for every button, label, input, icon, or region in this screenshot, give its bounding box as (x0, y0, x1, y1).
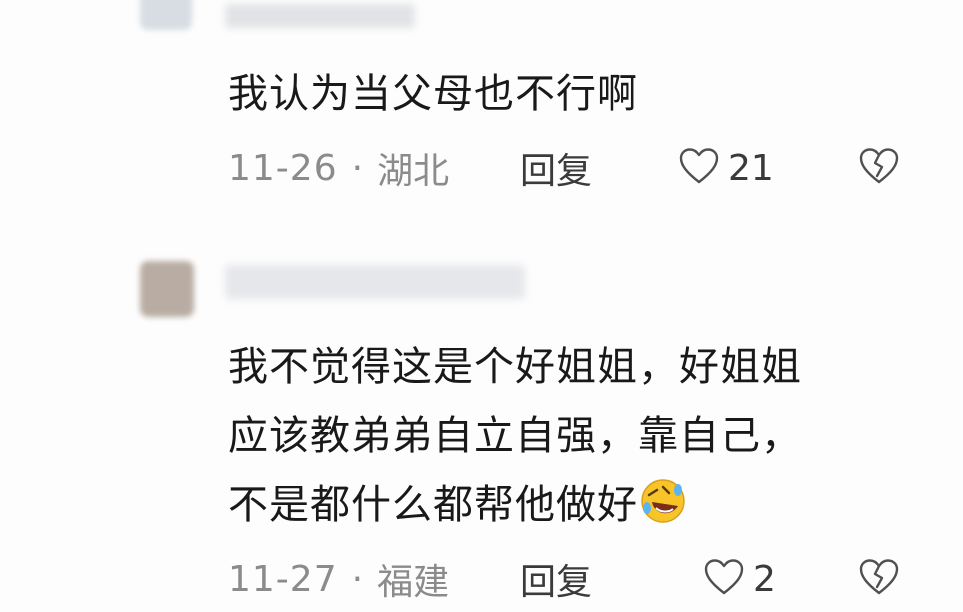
comment-date: 11-27 (228, 558, 338, 600)
like-count: 21 (728, 147, 774, 189)
heart-icon (703, 558, 745, 600)
comment-date: 11-26 (228, 147, 338, 189)
avatar[interactable] (140, 0, 192, 30)
username-blurred[interactable] (225, 4, 415, 28)
comment-location: 福建 (377, 562, 450, 603)
comment-meta: 11-26 · 湖北 (228, 147, 449, 193)
dislike-button[interactable] (858, 557, 900, 597)
meta-separator: · (351, 558, 364, 600)
reply-button[interactable]: 回复 (520, 559, 592, 603)
username-blurred[interactable] (225, 265, 525, 299)
comment-location: 湖北 (377, 151, 450, 192)
reply-button[interactable]: 回复 (520, 148, 592, 192)
comment-text: 我认为当父母也不行啊 (228, 71, 638, 117)
like-count: 2 (753, 558, 776, 600)
comment-text: 我不觉得这是个好姐姐，好姐姐 应该教弟弟自立自强，靠自己， 不是都什么都帮他做好 (228, 333, 928, 540)
comment-item: 我不觉得这是个好姐姐，好姐姐 应该教弟弟自立自强，靠自己， 不是都什么都帮他做好… (0, 255, 963, 612)
comment-meta: 11-27 · 福建 (228, 558, 449, 604)
comment-item: 我认为当父母也不行啊 11-26 · 湖北 回复 21 (0, 0, 963, 215)
rolling-on-floor-laughing-emoji (640, 477, 686, 523)
broken-heart-icon (858, 559, 900, 601)
meta-separator: · (351, 147, 364, 189)
broken-heart-icon (858, 148, 900, 190)
like-button[interactable]: 2 (703, 557, 776, 601)
like-button[interactable]: 21 (678, 146, 774, 190)
avatar[interactable] (140, 261, 194, 317)
heart-icon (678, 147, 720, 189)
comment-text-content: 我不觉得这是个好姐姐，好姐姐 应该教弟弟自立自强，靠自己， 不是都什么都帮他做好 (228, 344, 802, 528)
dislike-button[interactable] (858, 146, 900, 186)
